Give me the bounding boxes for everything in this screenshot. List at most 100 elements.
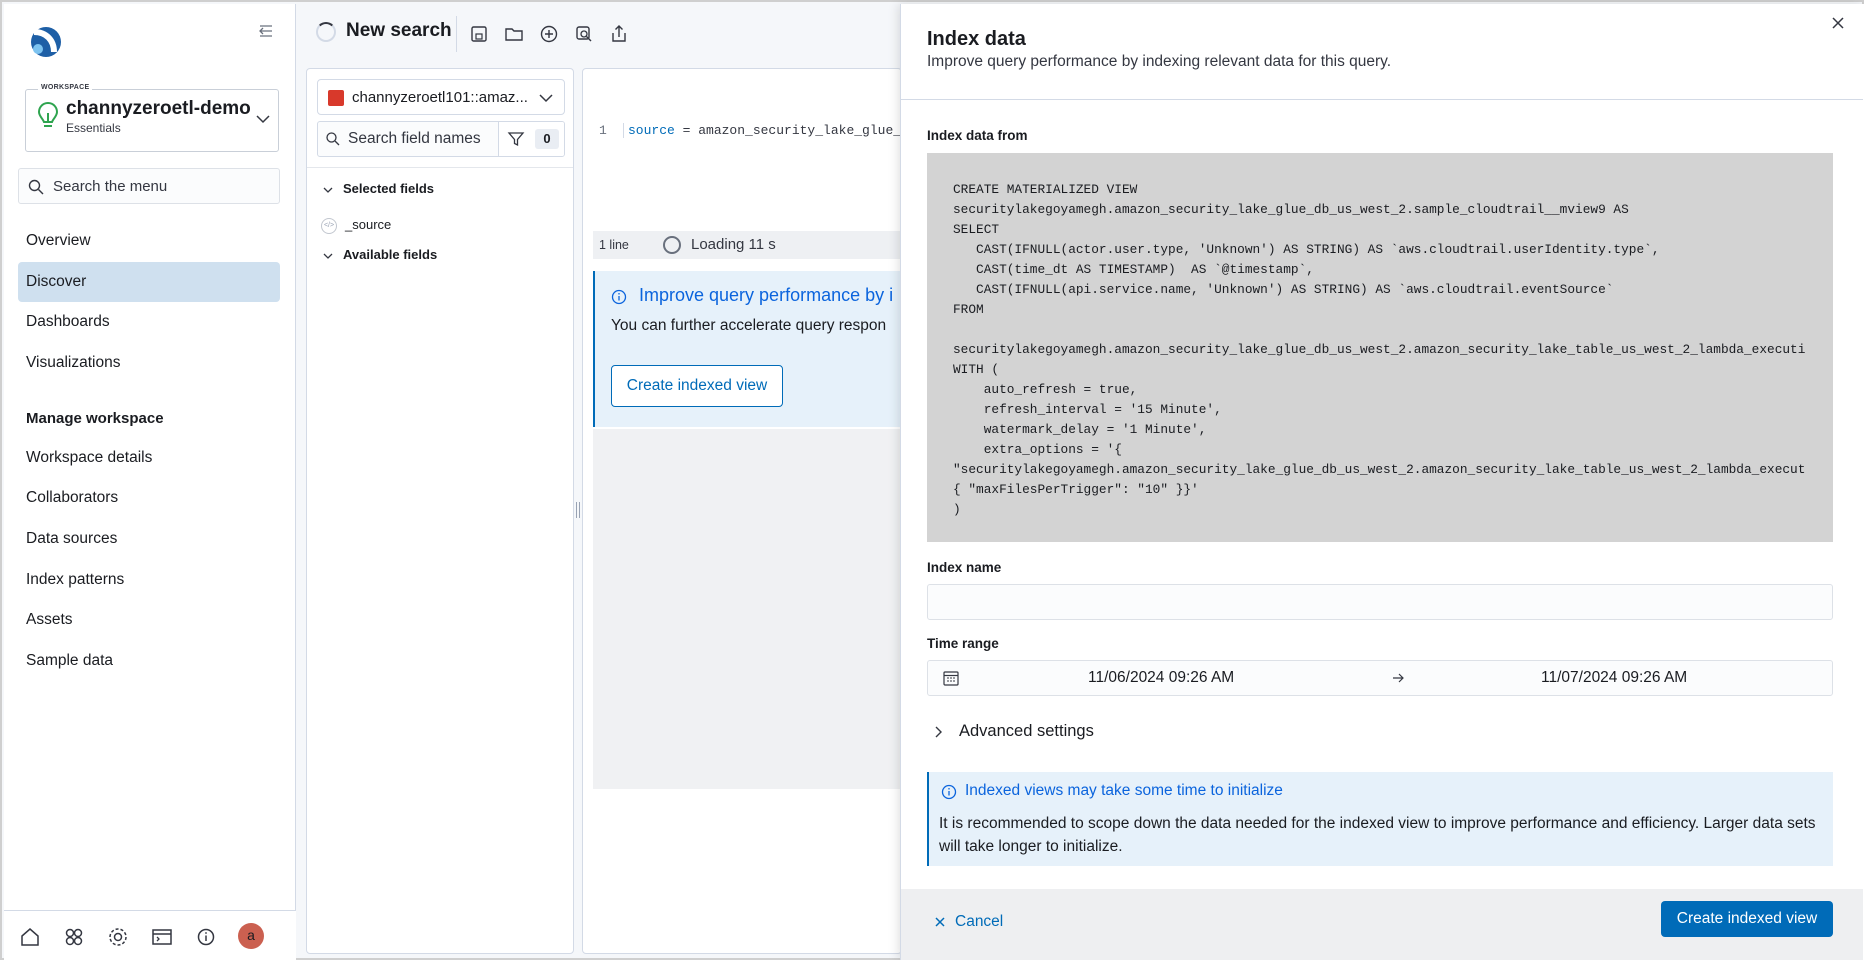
- close-icon[interactable]: [1825, 10, 1851, 36]
- nav-bottom-bar: a: [4, 910, 296, 960]
- search-icon: [326, 132, 340, 146]
- datasource-name: channyzeroetl101::amaz...: [352, 89, 528, 106]
- results-area: [593, 429, 901, 789]
- line-number: 1: [599, 123, 607, 138]
- initialize-info-callout: Indexed views may take some time to init…: [927, 772, 1833, 866]
- close-icon: [935, 917, 945, 927]
- chevron-down-icon: [323, 253, 333, 259]
- time-range-label: Time range: [927, 636, 999, 651]
- field-item[interactable]: </> _source: [321, 217, 391, 234]
- nav-item-visualizations[interactable]: Visualizations: [18, 343, 280, 383]
- field-search: 0: [317, 121, 565, 157]
- settings-icon[interactable]: [106, 925, 130, 949]
- field-name: _source: [345, 217, 392, 232]
- loading-spinner-icon: [316, 22, 336, 42]
- chevron-down-icon: [256, 115, 270, 124]
- nav-item-assets[interactable]: Assets: [18, 600, 280, 640]
- line-count: 1 line: [599, 238, 629, 252]
- help-icon[interactable]: [194, 925, 218, 949]
- filter-count-badge: 0: [535, 129, 559, 149]
- create-indexed-view-submit-button[interactable]: Create indexed view: [1661, 901, 1833, 937]
- loading-spinner-icon: [663, 236, 681, 254]
- field-search-input[interactable]: [348, 122, 498, 156]
- cancel-label: Cancel: [955, 913, 1004, 930]
- arrow-right-icon: [1393, 673, 1404, 683]
- available-fields-heading: Available fields: [343, 247, 438, 262]
- nav-item-sample-data[interactable]: Sample data: [18, 641, 280, 681]
- workspace-selector[interactable]: WORKSPACE channyzeroetl-demo Essentials: [25, 84, 279, 152]
- nav-item-index-patterns[interactable]: Index patterns: [18, 560, 280, 600]
- workspace-name: channyzeroetl-demo: [66, 98, 251, 119]
- panel-resize-handle[interactable]: [576, 502, 580, 518]
- chevron-down-icon: [539, 94, 553, 103]
- save-icon[interactable]: [467, 22, 491, 46]
- index-name-input[interactable]: [927, 584, 1833, 620]
- collapse-nav-icon[interactable]: [254, 22, 278, 46]
- nav-item-collaborators[interactable]: Collaborators: [18, 478, 280, 518]
- search-title: New search: [346, 20, 452, 41]
- apps-icon[interactable]: [62, 925, 86, 949]
- sql-code: CREATE MATERIALIZED VIEW securitylakegoy…: [953, 182, 1806, 517]
- info-icon: [941, 784, 957, 800]
- toolbar-actions: [456, 16, 636, 52]
- lightbulb-icon: [37, 101, 59, 127]
- editor-footer: 1 line Loading 11 s: [593, 231, 901, 259]
- datasource-selector[interactable]: channyzeroetl101::amaz...: [317, 79, 565, 115]
- nav-item-overview[interactable]: Overview: [18, 221, 280, 261]
- flyout-subtitle: Improve query performance by indexing re…: [927, 53, 1392, 70]
- workspace-caption: WORKSPACE: [38, 84, 93, 91]
- query-keyword: source: [628, 123, 675, 138]
- menu-search-input[interactable]: [53, 169, 273, 203]
- sql-code-block: CREATE MATERIALIZED VIEW securitylakegoy…: [927, 153, 1833, 542]
- advanced-settings-label: Advanced settings: [959, 722, 1094, 740]
- calendar-icon[interactable]: [942, 669, 960, 687]
- index-data-flyout: Index data Improve query performance by …: [900, 4, 1864, 960]
- nav-item-dashboards[interactable]: Dashboards: [18, 302, 280, 342]
- performance-callout: Improve query performance by i You can f…: [593, 271, 901, 427]
- open-icon[interactable]: [502, 22, 526, 46]
- share-icon[interactable]: [607, 22, 631, 46]
- query-text: source = amazon_security_lake_glue_: [623, 123, 901, 138]
- opensearch-logo-icon[interactable]: [24, 22, 66, 62]
- selected-fields-heading: Selected fields: [343, 181, 435, 196]
- info-icon: [611, 289, 627, 305]
- dev-tools-icon[interactable]: [150, 925, 174, 949]
- callout-title: Improve query performance by i: [639, 285, 894, 305]
- time-start[interactable]: 11/06/2024 09:26 AM: [1088, 669, 1234, 687]
- index-name-label: Index name: [927, 560, 1002, 575]
- query-panel: 1 source = amazon_security_lake_glue_ 1 …: [582, 68, 902, 954]
- divider: [307, 167, 573, 168]
- query-editor[interactable]: 1 source = amazon_security_lake_glue_: [593, 121, 901, 235]
- available-fields-toggle[interactable]: Available fields: [321, 247, 437, 263]
- flyout-title: Index data: [927, 28, 1026, 50]
- chevron-right-icon: [935, 726, 942, 738]
- nav-item-discover[interactable]: Discover: [18, 262, 280, 302]
- create-indexed-view-button[interactable]: Create indexed view: [611, 365, 783, 407]
- fields-panel: channyzeroetl101::amaz... 0 Selected fie…: [306, 68, 574, 954]
- info-callout-body: It is recommended to scope down the data…: [939, 815, 1816, 855]
- field-filter-button[interactable]: 0: [498, 122, 564, 156]
- new-icon[interactable]: [537, 22, 561, 46]
- left-navigation: WORKSPACE channyzeroetl-demo Essentials …: [4, 4, 296, 960]
- manage-workspace-heading: Manage workspace: [26, 410, 164, 427]
- user-avatar[interactable]: a: [238, 923, 264, 949]
- loading-status: Loading 11 s: [691, 236, 776, 253]
- callout-body: You can further accelerate query respon: [611, 317, 887, 334]
- app-window: WORKSPACE channyzeroetl-demo Essentials …: [0, 0, 1864, 960]
- info-callout-title: Indexed views may take some time to init…: [965, 782, 1283, 799]
- time-range-picker: 11/06/2024 09:26 AM 11/07/2024 09:26 AM: [927, 660, 1833, 696]
- search-icon: [28, 179, 44, 195]
- inspect-icon[interactable]: [572, 22, 596, 46]
- advanced-settings-toggle[interactable]: Advanced settings: [931, 722, 1094, 741]
- query-rest: = amazon_security_lake_glue_: [674, 123, 902, 138]
- home-icon[interactable]: [18, 925, 42, 949]
- time-end[interactable]: 11/07/2024 09:26 AM: [1541, 669, 1687, 687]
- chevron-down-icon: [323, 187, 333, 193]
- cancel-button[interactable]: Cancel: [933, 913, 1003, 931]
- divider: [901, 99, 1863, 100]
- menu-search-field: [18, 168, 280, 204]
- selected-fields-toggle[interactable]: Selected fields: [321, 181, 434, 197]
- nav-item-workspace-details[interactable]: Workspace details: [18, 438, 280, 478]
- source-field-icon: </>: [321, 217, 337, 234]
- nav-item-data-sources[interactable]: Data sources: [18, 519, 280, 559]
